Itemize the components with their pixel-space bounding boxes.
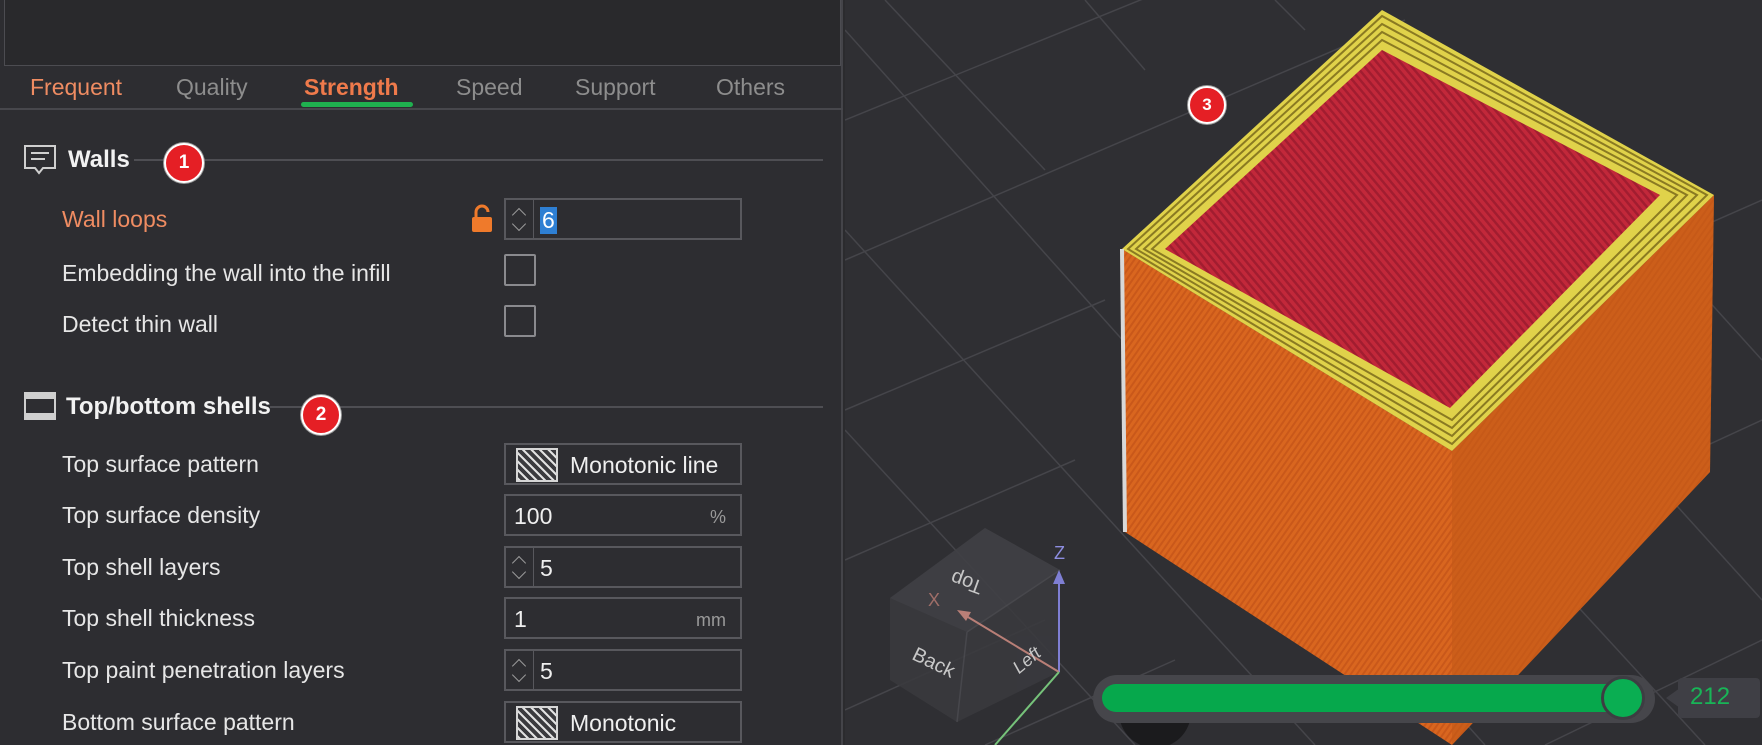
top-surface-density-label: Top surface density — [62, 502, 261, 528]
top-shell-layers-stepper[interactable]: 5 — [504, 546, 742, 588]
layer-slider-fill — [1102, 684, 1631, 712]
section-shells-header: Top/bottom shells — [0, 385, 843, 429]
top-shell-layers-value[interactable]: 5 — [540, 555, 553, 582]
spin-buttons[interactable] — [506, 200, 534, 238]
settings-tabs: Frequent Quality Strength Speed Support … — [0, 66, 843, 110]
wall-loops-label: Wall loops — [62, 206, 168, 232]
detect-thin-wall-label: Detect thin wall — [62, 311, 218, 337]
3d-preview-viewport[interactable]: Top Back Left X Z — [845, 0, 1762, 745]
row-top-surface-density: Top surface density 100 % — [0, 494, 843, 538]
tab-frequent[interactable]: Frequent — [30, 74, 122, 101]
x-axis-label: X — [928, 590, 941, 610]
tab-quality[interactable]: Quality — [176, 74, 248, 101]
top-paint-penetration-value[interactable]: 5 — [540, 658, 553, 685]
unit-percent: % — [709, 507, 726, 527]
wall-loops-stepper[interactable]: 6 — [504, 198, 742, 240]
embed-wall-checkbox[interactable] — [504, 254, 536, 286]
annotation-badge-3: 3 — [1188, 86, 1226, 124]
tab-strength[interactable]: Strength — [304, 74, 399, 101]
top-shell-thickness-input[interactable]: 1 mm — [504, 597, 742, 639]
top-shell-thickness-value[interactable]: 1 — [514, 606, 527, 633]
annotation-badge-1: 1 — [164, 143, 204, 183]
section-divider — [134, 159, 823, 161]
detect-thin-wall-checkbox[interactable] — [504, 305, 536, 337]
section-walls-header: Walls — [0, 138, 843, 182]
spin-buttons[interactable] — [506, 548, 534, 586]
bottom-surface-pattern-value: Monotonic — [570, 710, 677, 736]
z-axis-label: Z — [1054, 543, 1065, 563]
layer-value: 212 — [1690, 683, 1731, 710]
top-paint-penetration-label: Top paint penetration layers — [62, 657, 345, 683]
lock-open-icon[interactable] — [470, 204, 494, 234]
row-top-paint-penetration: Top paint penetration layers 5 — [0, 649, 843, 693]
wall-loops-value[interactable]: 6 — [540, 207, 557, 234]
unit-mm: mm — [696, 610, 726, 630]
annotation-badge-2: 2 — [301, 395, 341, 435]
row-bottom-surface-pattern: Bottom surface pattern Monotonic — [0, 701, 843, 745]
embed-wall-label: Embedding the wall into the infill — [62, 260, 391, 286]
top-surface-pattern-select[interactable]: Monotonic line — [504, 443, 742, 485]
row-top-surface-pattern: Top surface pattern Monotonic line — [0, 443, 843, 487]
section-divider — [270, 406, 823, 408]
top-surface-density-input[interactable]: 100 % — [504, 494, 742, 536]
layer-slider-handle[interactable] — [1601, 676, 1645, 720]
monotonic-pattern-icon — [516, 706, 558, 740]
top-shell-layers-label: Top shell layers — [62, 554, 221, 580]
row-wall-loops: Wall loops 6 — [0, 198, 843, 242]
settings-panel: Frequent Quality Strength Speed Support … — [0, 0, 843, 745]
row-top-shell-layers: Top shell layers 5 — [0, 546, 843, 590]
top-paint-penetration-stepper[interactable]: 5 — [504, 649, 742, 691]
preview-canvas — [845, 0, 1762, 745]
top-surface-pattern-value: Monotonic line — [570, 452, 719, 478]
section-walls-title: Walls — [68, 146, 130, 173]
tab-others[interactable]: Others — [716, 74, 785, 101]
top-shell-thickness-label: Top shell thickness — [62, 605, 256, 631]
walls-icon — [23, 142, 57, 181]
active-tab-indicator — [301, 102, 413, 107]
row-embed-wall: Embedding the wall into the infill — [0, 252, 843, 296]
top-surface-density-value[interactable]: 100 — [514, 503, 552, 530]
monotonic-line-pattern-icon — [516, 448, 558, 482]
view-cube — [890, 528, 1061, 723]
top-surface-pattern-label: Top surface pattern — [62, 451, 259, 477]
bottom-surface-pattern-label: Bottom surface pattern — [62, 709, 295, 735]
shells-icon — [23, 389, 57, 428]
row-detect-thin-wall: Detect thin wall — [0, 303, 843, 347]
process-preset-box — [4, 0, 841, 66]
row-top-shell-thickness: Top shell thickness 1 mm — [0, 597, 843, 641]
tab-speed[interactable]: Speed — [456, 74, 523, 101]
bottom-surface-pattern-select[interactable]: Monotonic — [504, 701, 742, 743]
section-shells-title: Top/bottom shells — [66, 393, 271, 420]
tab-support[interactable]: Support — [575, 74, 656, 101]
spin-buttons[interactable] — [506, 651, 534, 689]
